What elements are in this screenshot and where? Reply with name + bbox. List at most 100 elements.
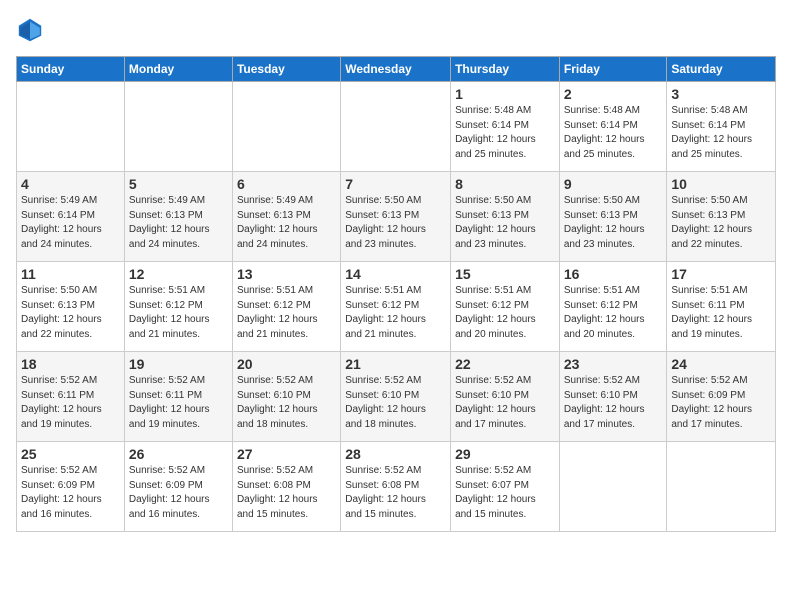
calendar-week-4: 18 Sunrise: 5:52 AM Sunset: 6:11 PM Dayli… <box>17 352 776 442</box>
calendar-cell <box>17 82 125 172</box>
day-info: Sunrise: 5:50 AM Sunset: 6:13 PM Dayligh… <box>345 194 446 252</box>
day-number: 2 <box>564 86 663 102</box>
day-number: 16 <box>564 266 663 282</box>
calendar-week-5: 25 Sunrise: 5:52 AM Sunset: 6:09 PM Dayli… <box>17 442 776 532</box>
calendar-week-3: 11 Sunrise: 5:50 AM Sunset: 6:13 PM Dayli… <box>17 262 776 352</box>
day-number: 28 <box>345 446 446 462</box>
calendar-cell <box>341 82 451 172</box>
calendar-cell: 5 Sunrise: 5:49 AM Sunset: 6:13 PM Daylig… <box>124 172 232 262</box>
calendar-cell: 23 Sunrise: 5:52 AM Sunset: 6:10 PM Dayli… <box>559 352 667 442</box>
calendar-cell: 15 Sunrise: 5:51 AM Sunset: 6:12 PM Dayli… <box>451 262 560 352</box>
day-info: Sunrise: 5:52 AM Sunset: 6:09 PM Dayligh… <box>21 464 120 522</box>
header-friday: Friday <box>559 57 667 82</box>
day-number: 10 <box>671 176 771 192</box>
day-info: Sunrise: 5:52 AM Sunset: 6:11 PM Dayligh… <box>21 374 120 432</box>
day-number: 20 <box>237 356 336 372</box>
calendar-cell: 2Sunrise: 5:48 AM Sunset: 6:14 PM Daylig… <box>559 82 667 172</box>
day-number: 13 <box>237 266 336 282</box>
day-info: Sunrise: 5:51 AM Sunset: 6:11 PM Dayligh… <box>671 284 771 342</box>
calendar-cell: 8 Sunrise: 5:50 AM Sunset: 6:13 PM Daylig… <box>451 172 560 262</box>
day-info: Sunrise: 5:51 AM Sunset: 6:12 PM Dayligh… <box>237 284 336 342</box>
day-info: Sunrise: 5:52 AM Sunset: 6:10 PM Dayligh… <box>455 374 555 432</box>
logo-icon <box>16 16 44 44</box>
day-number: 26 <box>129 446 228 462</box>
day-info: Sunrise: 5:52 AM Sunset: 6:10 PM Dayligh… <box>345 374 446 432</box>
day-number: 15 <box>455 266 555 282</box>
day-number: 12 <box>129 266 228 282</box>
page-header <box>16 16 776 44</box>
day-info: Sunrise: 5:51 AM Sunset: 6:12 PM Dayligh… <box>345 284 446 342</box>
calendar-cell: 24 Sunrise: 5:52 AM Sunset: 6:09 PM Dayli… <box>667 352 776 442</box>
calendar-cell: 17 Sunrise: 5:51 AM Sunset: 6:11 PM Dayli… <box>667 262 776 352</box>
day-info: Sunrise: 5:52 AM Sunset: 6:10 PM Dayligh… <box>564 374 663 432</box>
day-info: Sunrise: 5:51 AM Sunset: 6:12 PM Dayligh… <box>564 284 663 342</box>
calendar-cell: 7 Sunrise: 5:50 AM Sunset: 6:13 PM Daylig… <box>341 172 451 262</box>
day-info: Sunrise: 5:49 AM Sunset: 6:14 PM Dayligh… <box>21 194 120 252</box>
calendar-cell: 22 Sunrise: 5:52 AM Sunset: 6:10 PM Dayli… <box>451 352 560 442</box>
day-number: 14 <box>345 266 446 282</box>
day-info: Sunrise: 5:51 AM Sunset: 6:12 PM Dayligh… <box>455 284 555 342</box>
day-info: Sunrise: 5:52 AM Sunset: 6:10 PM Dayligh… <box>237 374 336 432</box>
header-sunday: Sunday <box>17 57 125 82</box>
day-number: 22 <box>455 356 555 372</box>
day-info: Sunrise: 5:51 AM Sunset: 6:12 PM Dayligh… <box>129 284 228 342</box>
calendar-cell: 25 Sunrise: 5:52 AM Sunset: 6:09 PM Dayli… <box>17 442 125 532</box>
calendar-cell: 10 Sunrise: 5:50 AM Sunset: 6:13 PM Dayli… <box>667 172 776 262</box>
calendar-table: SundayMondayTuesdayWednesdayThursdayFrid… <box>16 56 776 532</box>
calendar-cell: 19 Sunrise: 5:52 AM Sunset: 6:11 PM Dayli… <box>124 352 232 442</box>
calendar-cell: 6Sunrise: 5:49 AM Sunset: 6:13 PM Daylig… <box>232 172 340 262</box>
day-info: Sunrise: 5:52 AM Sunset: 6:08 PM Dayligh… <box>345 464 446 522</box>
calendar-cell <box>667 442 776 532</box>
day-info: Sunrise: 5:49 AM Sunset: 6:13 PM Dayligh… <box>129 194 228 252</box>
calendar-cell: 11 Sunrise: 5:50 AM Sunset: 6:13 PM Dayli… <box>17 262 125 352</box>
day-number: 18 <box>21 356 120 372</box>
day-number: 21 <box>345 356 446 372</box>
day-number: 7 <box>345 176 446 192</box>
calendar-cell: 14 Sunrise: 5:51 AM Sunset: 6:12 PM Dayli… <box>341 262 451 352</box>
day-info: Sunrise: 5:50 AM Sunset: 6:13 PM Dayligh… <box>455 194 555 252</box>
day-info: Sunrise: 5:48 AM Sunset: 6:14 PM Dayligh… <box>671 104 771 162</box>
day-number: 6 <box>237 176 336 192</box>
day-info: Sunrise: 5:52 AM Sunset: 6:09 PM Dayligh… <box>129 464 228 522</box>
day-info: Sunrise: 5:50 AM Sunset: 6:13 PM Dayligh… <box>671 194 771 252</box>
header-wednesday: Wednesday <box>341 57 451 82</box>
calendar-cell: 18 Sunrise: 5:52 AM Sunset: 6:11 PM Dayli… <box>17 352 125 442</box>
calendar-cell: 20 Sunrise: 5:52 AM Sunset: 6:10 PM Dayli… <box>232 352 340 442</box>
day-number: 11 <box>21 266 120 282</box>
calendar-cell <box>232 82 340 172</box>
day-info: Sunrise: 5:50 AM Sunset: 6:13 PM Dayligh… <box>21 284 120 342</box>
day-number: 24 <box>671 356 771 372</box>
header-saturday: Saturday <box>667 57 776 82</box>
day-number: 27 <box>237 446 336 462</box>
calendar-cell: 3 Sunrise: 5:48 AM Sunset: 6:14 PM Daylig… <box>667 82 776 172</box>
day-number: 8 <box>455 176 555 192</box>
calendar-cell: 29 Sunrise: 5:52 AM Sunset: 6:07 PM Dayli… <box>451 442 560 532</box>
calendar-cell: 9Sunrise: 5:50 AM Sunset: 6:13 PM Daylig… <box>559 172 667 262</box>
day-number: 5 <box>129 176 228 192</box>
day-number: 17 <box>671 266 771 282</box>
calendar-cell: 1 Sunrise: 5:48 AM Sunset: 6:14 PM Daylig… <box>451 82 560 172</box>
calendar-cell: 21 Sunrise: 5:52 AM Sunset: 6:10 PM Dayli… <box>341 352 451 442</box>
day-info: Sunrise: 5:52 AM Sunset: 6:07 PM Dayligh… <box>455 464 555 522</box>
calendar-body: 1 Sunrise: 5:48 AM Sunset: 6:14 PM Daylig… <box>17 82 776 532</box>
day-number: 19 <box>129 356 228 372</box>
calendar-cell: 28 Sunrise: 5:52 AM Sunset: 6:08 PM Dayli… <box>341 442 451 532</box>
day-info: Sunrise: 5:52 AM Sunset: 6:11 PM Dayligh… <box>129 374 228 432</box>
day-number: 9 <box>564 176 663 192</box>
day-number: 1 <box>455 86 555 102</box>
calendar-cell: 12 Sunrise: 5:51 AM Sunset: 6:12 PM Dayli… <box>124 262 232 352</box>
day-info: Sunrise: 5:52 AM Sunset: 6:08 PM Dayligh… <box>237 464 336 522</box>
day-info: Sunrise: 5:48 AM Sunset: 6:14 PM Dayligh… <box>455 104 555 162</box>
logo <box>16 16 48 44</box>
day-number: 23 <box>564 356 663 372</box>
calendar-cell: 27 Sunrise: 5:52 AM Sunset: 6:08 PM Dayli… <box>232 442 340 532</box>
day-number: 4 <box>21 176 120 192</box>
calendar-week-1: 1 Sunrise: 5:48 AM Sunset: 6:14 PM Daylig… <box>17 82 776 172</box>
calendar-cell: 16 Sunrise: 5:51 AM Sunset: 6:12 PM Dayli… <box>559 262 667 352</box>
header-tuesday: Tuesday <box>232 57 340 82</box>
day-info: Sunrise: 5:52 AM Sunset: 6:09 PM Dayligh… <box>671 374 771 432</box>
day-number: 29 <box>455 446 555 462</box>
day-number: 25 <box>21 446 120 462</box>
calendar-cell: 13 Sunrise: 5:51 AM Sunset: 6:12 PM Dayli… <box>232 262 340 352</box>
day-number: 3 <box>671 86 771 102</box>
